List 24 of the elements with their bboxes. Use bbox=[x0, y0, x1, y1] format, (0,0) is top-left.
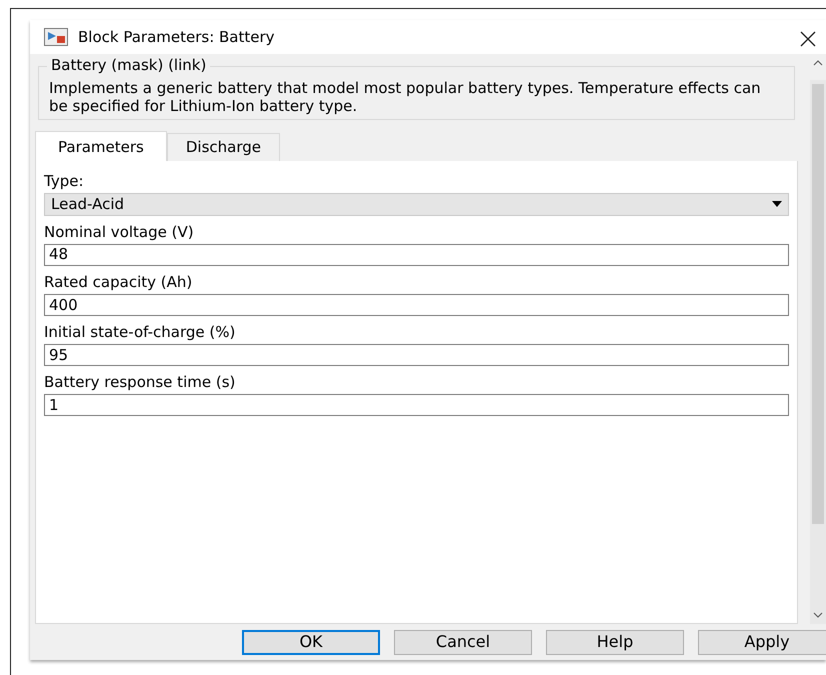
group-title: Battery (mask) (link) bbox=[47, 56, 210, 74]
field-label: Rated capacity (Ah) bbox=[44, 272, 194, 291]
dialog-button[interactable]: Help bbox=[546, 630, 684, 654]
dialog-button[interactable]: Cancel bbox=[394, 630, 532, 654]
dialog-button[interactable]: Apply bbox=[698, 630, 826, 654]
dialog-button[interactable]: OK bbox=[242, 630, 380, 654]
field-label: Battery response time (s) bbox=[44, 373, 236, 392]
input-field[interactable]: 48 bbox=[44, 244, 789, 266]
scrollbar-thumb[interactable] bbox=[812, 84, 824, 524]
tab[interactable]: Parameters bbox=[35, 131, 167, 160]
input-field[interactable]: 400 bbox=[44, 294, 789, 316]
scroll-up-icon[interactable] bbox=[813, 60, 823, 66]
scroll-down-icon[interactable] bbox=[813, 612, 823, 618]
field-label: Initial state-of-charge (%) bbox=[44, 323, 236, 341]
tab[interactable]: Discharge bbox=[166, 133, 280, 160]
field-label: Type: bbox=[44, 172, 85, 190]
input-field[interactable]: 95 bbox=[44, 344, 789, 366]
window-title: Block Parameters: Battery bbox=[78, 26, 275, 48]
caret-icon[interactable] bbox=[772, 201, 782, 207]
type-dropdown[interactable]: Lead-Acid bbox=[44, 192, 789, 216]
block-icon bbox=[44, 28, 68, 46]
field-label: Nominal voltage (V) bbox=[44, 222, 195, 240]
description-text: Implements a generic battery that model most popular battery types. Temperature effects can be specified for Lithium-Ion battery type. bbox=[49, 79, 762, 115]
input-field[interactable]: 1 bbox=[44, 394, 789, 416]
